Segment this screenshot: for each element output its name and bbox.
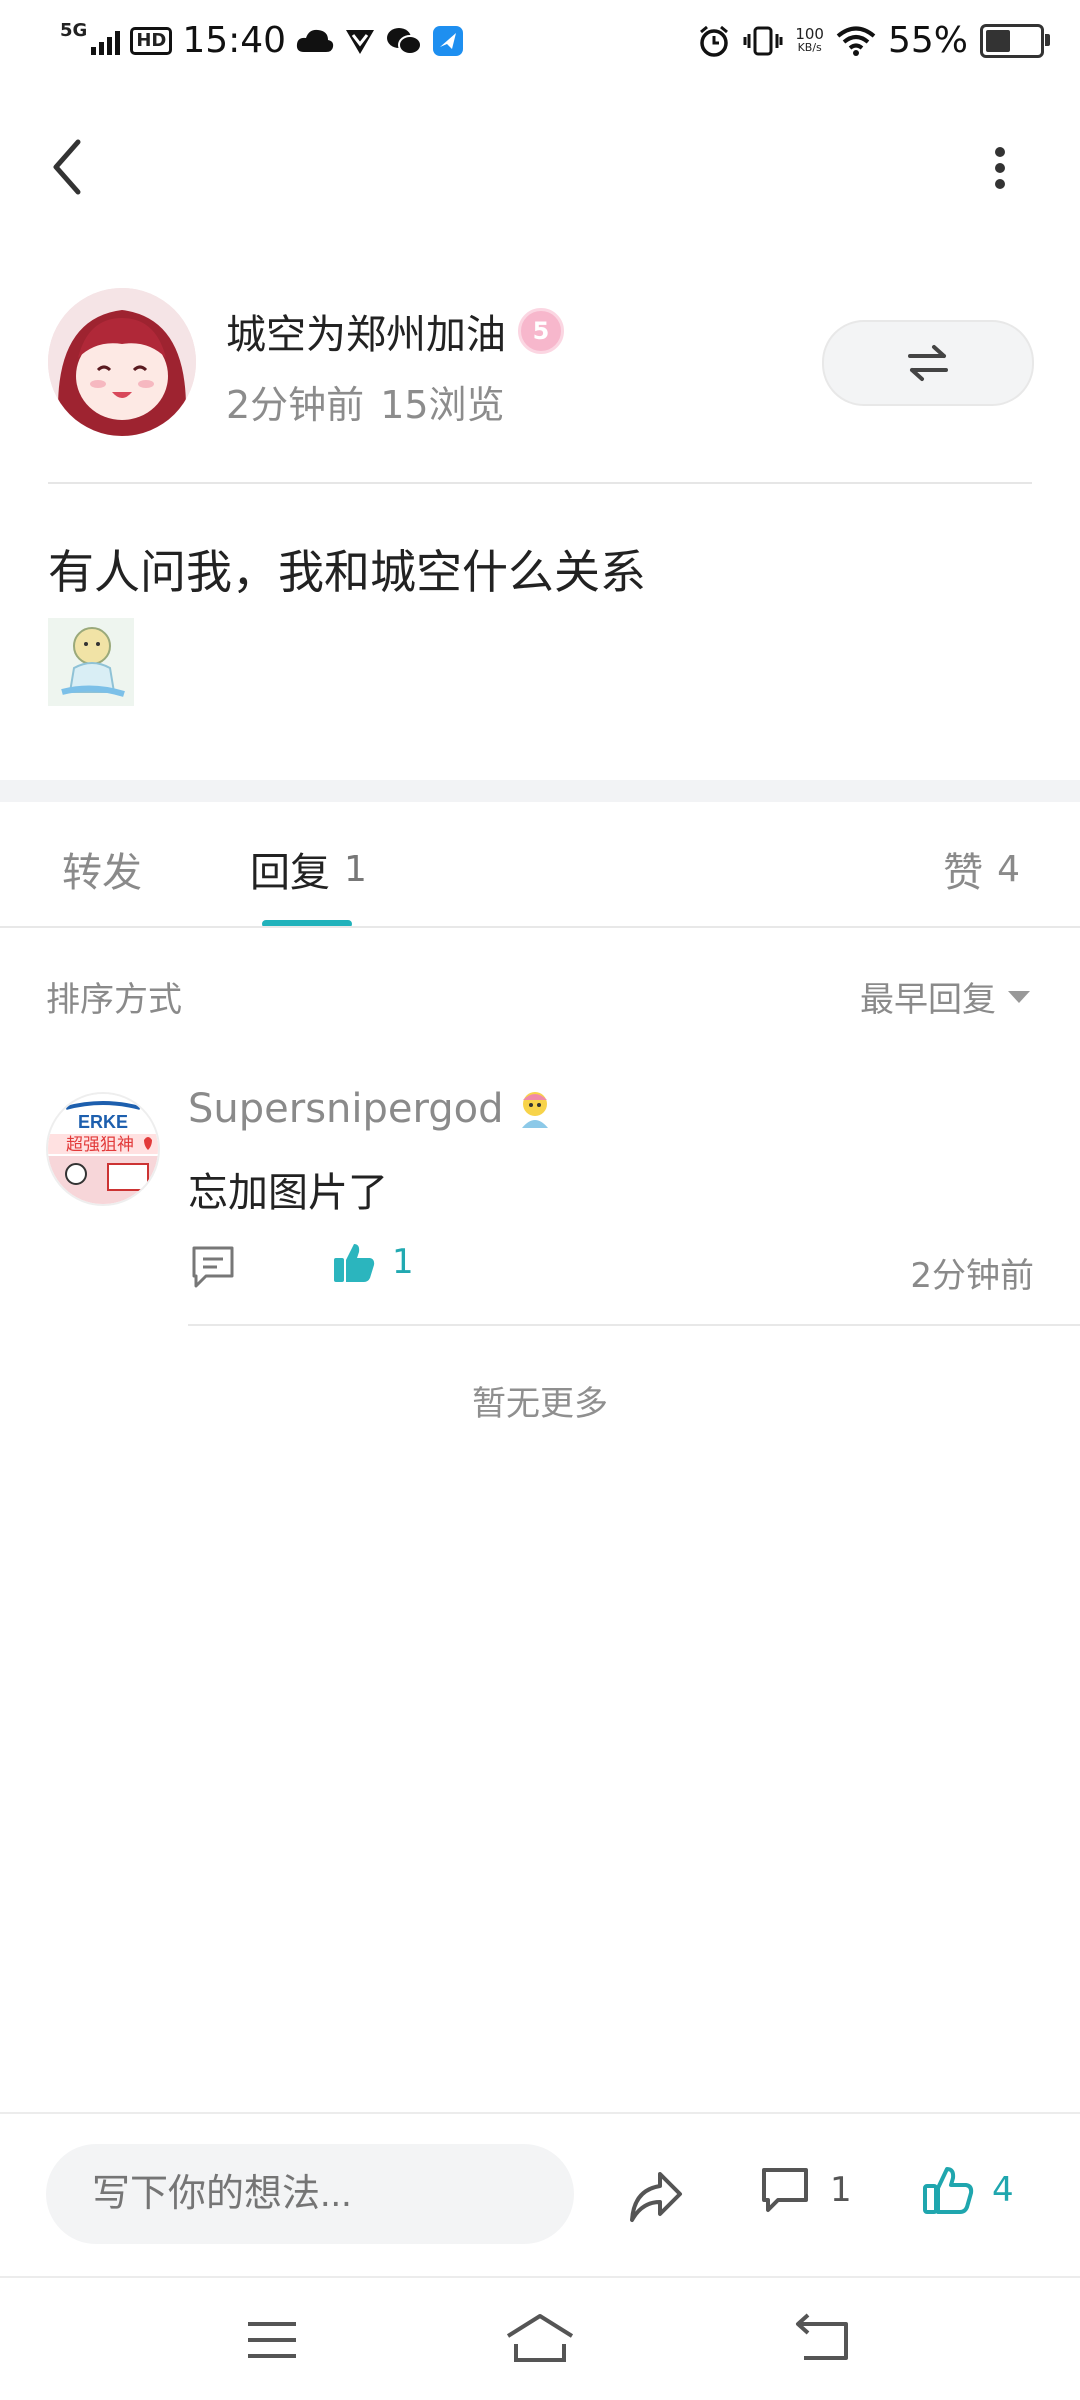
comment-button[interactable]: 1 <box>760 2166 852 2214</box>
net-speed: 100 KB/s <box>795 24 824 55</box>
comment-bubble-icon <box>762 2168 808 2212</box>
divider <box>188 1324 1080 1326</box>
back-arrow-icon[interactable] <box>44 136 94 198</box>
dropdown-arrow-icon <box>1008 990 1030 1003</box>
home-icon[interactable] <box>504 2310 576 2366</box>
level-badge: 5 <box>518 308 564 354</box>
avatar-brand-text: ERKE <box>78 1112 128 1132</box>
comment-like-button[interactable]: 1 <box>332 1240 414 1284</box>
vibrate-icon <box>743 26 783 55</box>
post-views: 15浏览 <box>380 383 505 427</box>
comment-text: 忘加图片了 <box>188 1170 388 1216</box>
sort-selected-value: 最早回复 <box>860 980 996 1020</box>
divider <box>0 2276 1080 2278</box>
comment-input[interactable] <box>46 2144 574 2244</box>
tab-reply-label: 回复 <box>250 850 330 896</box>
tab-reply[interactable]: 回复 1 <box>250 840 367 898</box>
author-name[interactable]: 城空为郑州加油 <box>226 302 506 360</box>
cloud-icon <box>296 29 334 52</box>
divider <box>0 926 1080 928</box>
emoji-sticker-icon <box>48 618 134 706</box>
comment-time: 2分钟前 <box>910 1256 1034 1296</box>
anime-girl-avatar-image <box>48 288 196 436</box>
vpn-shield-icon <box>346 29 375 54</box>
tab-likes[interactable]: 赞 4 <box>943 840 1020 898</box>
author-avatar[interactable] <box>48 288 196 436</box>
user-badge-icon <box>521 1092 548 1128</box>
reply-comment-icon[interactable] <box>190 1244 236 1290</box>
menu-icon[interactable] <box>246 2318 298 2362</box>
divider <box>0 2112 1080 2114</box>
network-type-label: 5G <box>60 20 88 41</box>
comment-count: 1 <box>830 2170 852 2210</box>
avatar-caption-text: 超强狙神 <box>66 1135 134 1155</box>
hd-icon: HD <box>130 26 173 55</box>
comment-username[interactable]: Supersnipergod <box>188 1086 504 1132</box>
section-separator <box>0 780 1080 802</box>
thumbs-up-outline-icon <box>923 2167 974 2214</box>
tab-reply-count: 1 <box>344 848 367 890</box>
battery-percent: 55% <box>887 20 968 61</box>
wifi-icon <box>836 26 876 56</box>
swap-arrows-icon <box>908 345 948 381</box>
sort-dropdown[interactable]: 最早回复 <box>860 972 1030 1021</box>
battery-icon <box>980 23 1050 58</box>
net-speed-unit: KB/s <box>797 40 822 54</box>
tab-likes-count: 4 <box>997 848 1020 890</box>
comment-like-count: 1 <box>392 1242 414 1282</box>
like-button[interactable]: 4 <box>922 2164 1014 2216</box>
like-count: 4 <box>992 2170 1014 2210</box>
commenter-avatar-image: ERKE 超强狙神 <box>48 1094 158 1204</box>
status-bar: 5G HD 15:40 100 KB/s 55% <box>0 0 1080 84</box>
post-time: 2分钟前 <box>226 383 365 427</box>
signal-icon <box>91 27 121 55</box>
net-speed-value: 100 <box>795 24 824 43</box>
alarm-icon <box>700 25 729 57</box>
post-emoji-image[interactable] <box>48 618 134 706</box>
share-icon[interactable] <box>626 2168 684 2226</box>
tab-likes-label: 赞 <box>943 850 984 896</box>
divider <box>48 482 1032 484</box>
no-more-text: 暂无更多 <box>472 1384 608 1424</box>
back-icon[interactable] <box>794 2312 852 2364</box>
clock: 15:40 <box>182 20 287 61</box>
switch-button[interactable] <box>822 320 1034 406</box>
app-notification-icon <box>433 25 464 56</box>
post-text: 有人问我，我和城空什么关系 <box>48 545 646 599</box>
comment-user-row: Supersnipergod <box>188 1086 556 1132</box>
more-options-icon[interactable] <box>978 140 1022 196</box>
sort-label: 排序方式 <box>46 980 182 1020</box>
tab-repost[interactable]: 转发 <box>62 840 142 898</box>
wechat-icon <box>387 27 423 55</box>
thumbs-up-icon <box>334 1244 375 1282</box>
author-name-row: 城空为郑州加油 5 <box>226 302 564 360</box>
post-meta: 2分钟前 15浏览 <box>226 374 505 429</box>
comment-avatar[interactable]: ERKE 超强狙神 <box>46 1092 160 1206</box>
